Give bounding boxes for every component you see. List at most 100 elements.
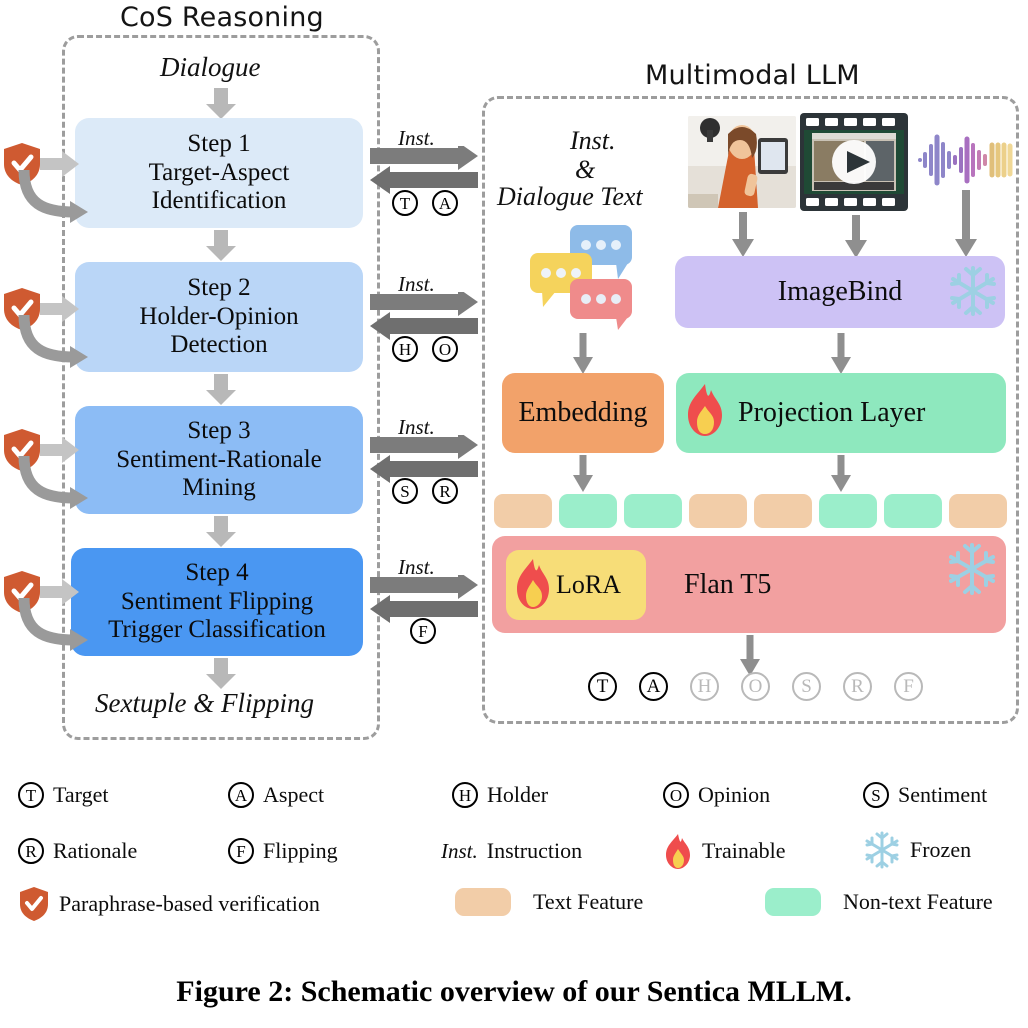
circled-F-bridge4: F <box>410 618 436 644</box>
figure-root: CoS Reasoning Multimodal LLM Dialogue St… <box>0 0 1028 1028</box>
output-token-S: S <box>792 672 821 701</box>
circled-S-legend: S <box>863 782 889 808</box>
dialogue-input-label: Dialogue <box>160 52 261 82</box>
step-1-box[interactable]: Step 1 Target-Aspect Identification <box>75 118 363 228</box>
circled-O-bridge2: O <box>432 336 458 362</box>
arrow-verify-loop-step4 <box>18 597 88 651</box>
bridge-arrows-3 <box>370 435 478 483</box>
swatch-nontext-feature <box>765 888 821 916</box>
feature-token-6 <box>819 494 877 528</box>
circled-T-legend: T <box>18 782 44 808</box>
snowflake-icon-legend <box>865 831 899 869</box>
sextuple-flipping-output-label: Sextuple & Flipping <box>95 688 314 718</box>
legend-target: T Target <box>18 782 108 808</box>
legend-trainable: Trainable <box>663 832 786 870</box>
legend-holder: H Holder <box>452 782 548 808</box>
legend-text-feature-label: Text Feature <box>533 889 644 914</box>
bridge-return-tokens-4: F <box>410 618 436 644</box>
output-token-A: A <box>639 672 668 701</box>
arrow-dialogue-to-step1 <box>206 88 236 119</box>
step-2-index: Step 2 <box>187 274 251 302</box>
step-1-name-line1: Target-Aspect <box>148 158 290 186</box>
circled-T-bridge1: T <box>392 190 418 216</box>
legend-target-label: Target <box>53 782 109 807</box>
legend-opinion: O Opinion <box>663 782 770 808</box>
circled-A-legend: A <box>228 782 254 808</box>
embedding-block[interactable]: Embedding <box>502 373 664 453</box>
bridge-return-tokens-3: S R <box>392 478 458 504</box>
cos-reasoning-title: CoS Reasoning <box>120 2 324 33</box>
arrow-flant5-to-output <box>740 635 760 676</box>
circled-R-legend: R <box>18 838 44 864</box>
circled-H-bridge2: H <box>392 336 418 362</box>
legend-text-feature: Text Feature <box>455 888 643 916</box>
swatch-text-feature <box>455 888 511 916</box>
multimodal-llm-title: Multimodal LLM <box>645 60 860 91</box>
legend-instruction: Inst. Instruction <box>441 838 582 864</box>
step-3-box[interactable]: Step 3 Sentiment-Rationale Mining <box>75 406 363 514</box>
legend-instruction-label: Instruction <box>486 838 583 863</box>
circled-O-legend: O <box>663 782 689 808</box>
step-2-box[interactable]: Step 2 Holder-Opinion Detection <box>75 262 363 372</box>
snowflake-icon-flan-t5 <box>949 543 995 595</box>
arrow-step1-to-step2 <box>206 230 236 261</box>
arrow-step3-to-step4 <box>206 516 236 547</box>
legend-verification: Paraphrase-based verification <box>18 886 320 922</box>
video-thumbnail <box>800 113 908 211</box>
legend-verification-label: Paraphrase-based verification <box>59 891 320 916</box>
output-token-H: H <box>690 672 719 701</box>
snowflake-icon-imagebind <box>950 266 996 316</box>
step-4-name-line2: Trigger Classification <box>108 616 326 644</box>
output-token-row: T A H O S R F <box>588 672 923 701</box>
feature-token-8 <box>949 494 1007 528</box>
legend-sentiment-label: Sentiment <box>898 782 988 807</box>
arrow-verify-loop-step2 <box>18 314 88 368</box>
feature-token-3 <box>624 494 682 528</box>
output-token-T: T <box>588 672 617 701</box>
fire-icon-projection <box>688 384 722 436</box>
legend-aspect-label: Aspect <box>263 782 325 807</box>
arrow-step2-to-step3 <box>206 374 236 405</box>
legend-frozen-label: Frozen <box>910 837 972 862</box>
arrow-text-to-embedding <box>573 333 593 374</box>
feature-token-7 <box>884 494 942 528</box>
feature-token-4 <box>689 494 747 528</box>
text-input-label-line2: & <box>575 155 596 184</box>
legend-frozen: Frozen <box>863 830 971 870</box>
feature-token-5 <box>754 494 812 528</box>
legend-sentiment: S Sentiment <box>863 782 987 808</box>
legend-rationale-label: Rationale <box>53 838 138 863</box>
legend-trainable-label: Trainable <box>702 838 786 863</box>
bridge-arrows-4 <box>370 575 478 623</box>
image-thumbnail <box>688 116 796 208</box>
lora-label: LoRA <box>556 570 621 599</box>
legend-rationale: R Rationale <box>18 838 137 864</box>
output-token-F: F <box>894 672 923 701</box>
legend-flipping-label: Flipping <box>263 838 338 863</box>
step-4-name-line1: Sentiment Flipping <box>120 587 314 615</box>
bridge-arrows-1 <box>370 146 478 194</box>
legend-opinion-label: Opinion <box>698 782 771 807</box>
legend-aspect: A Aspect <box>228 782 324 808</box>
legend-flipping: F Flipping <box>228 838 338 864</box>
arrow-embedding-to-tokens <box>573 455 593 492</box>
arrow-step4-to-output <box>206 658 236 689</box>
output-token-O: O <box>741 672 770 701</box>
arrow-image-to-imagebind <box>732 212 754 257</box>
arrow-verify-loop-step3 <box>18 455 88 509</box>
embedding-label: Embedding <box>518 397 648 428</box>
arrow-video-to-imagebind <box>845 215 867 258</box>
shield-check-icon-legend <box>20 887 48 921</box>
text-input-label-line3: Dialogue Text <box>497 182 643 211</box>
arrow-imagebind-to-projection <box>831 333 851 374</box>
figure-caption: Figure 2: Schematic overview of our Sent… <box>176 975 852 1008</box>
circled-S-bridge3: S <box>392 478 418 504</box>
step-1-name-line2: Identification <box>151 187 287 215</box>
inst-italic-legend: Inst. <box>441 838 478 863</box>
legend-nontext-feature-label: Non-text Feature <box>843 889 993 914</box>
step-2-name-line2: Detection <box>170 331 268 359</box>
legend-nontext-feature: Non-text Feature <box>765 888 993 916</box>
step-4-box[interactable]: Step 4 Sentiment Flipping Trigger Classi… <box>71 548 363 656</box>
fire-icon-lora <box>517 559 549 609</box>
circled-F-legend: F <box>228 838 254 864</box>
